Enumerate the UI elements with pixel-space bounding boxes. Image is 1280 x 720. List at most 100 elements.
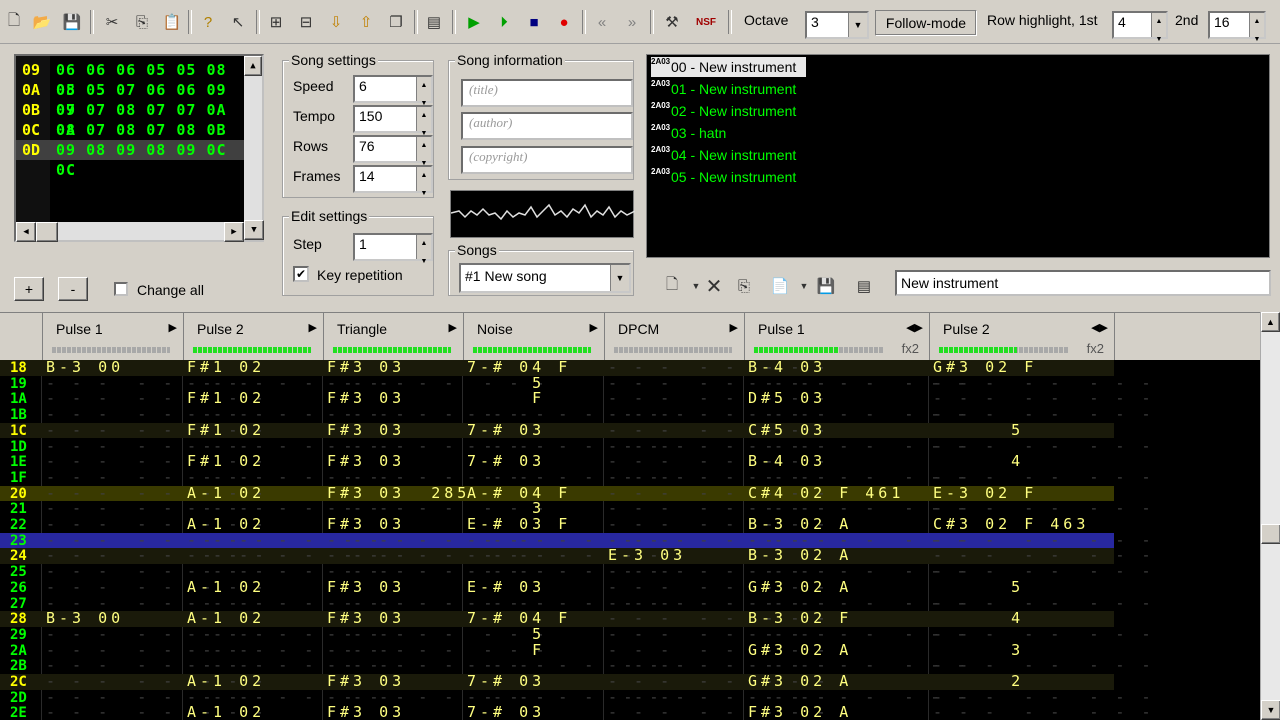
channel-expand-icon[interactable]: ◀▶ (1091, 321, 1108, 334)
pattern-editor[interactable]: 18 B-3 00 F#1 02 F#3 03 7-# 04 F- - - - - - … (0, 360, 1260, 720)
song-author-field[interactable]: (author) (461, 112, 633, 140)
scroll-up-icon[interactable]: ▲ (244, 56, 262, 76)
spin-arrows-icon[interactable]: ▲ ▼ (1249, 13, 1264, 43)
pattern-cell[interactable]: 7-# 03 (467, 701, 545, 720)
record-icon[interactable]: ● (552, 10, 576, 34)
help-icon[interactable]: ? (196, 10, 220, 34)
step-spinner[interactable]: 1 ▲ ▼ (353, 233, 433, 265)
scroll-left-icon[interactable]: ◀ (16, 222, 36, 242)
frame-list[interactable]: 09 06 06 06 05 05 08 08 0A 05 05 07 06 0… (14, 54, 264, 242)
scroll-thumb[interactable] (36, 222, 58, 242)
channel-header[interactable]: Pulse 1 ◀▶ fx2 (744, 313, 930, 361)
edit-instrument-icon[interactable]: ▤ (852, 274, 876, 298)
frame-list-hscrollbar[interactable]: ◀ ▶ (16, 222, 244, 242)
context-help-icon[interactable]: ↖ (226, 10, 250, 34)
pattern-cell[interactable]: F#3 02 A (748, 701, 852, 720)
previous-song-icon[interactable]: « (590, 10, 614, 34)
pattern-cell[interactable]: A-1 02 (187, 701, 265, 720)
play-loop-icon[interactable]: ⏵ (492, 10, 516, 34)
key-repetition-checkbox[interactable]: ✔ (293, 266, 309, 282)
channel-header[interactable]: Noise ▶ (463, 313, 605, 361)
speed-spinner[interactable]: 6 ▲ ▼ (353, 75, 433, 107)
frame-row-selected[interactable]: 0D 09 08 09 08 09 0C 0C (16, 140, 246, 179)
add-frame-button[interactable]: + (14, 277, 44, 301)
song-copyright-field[interactable]: (copyright) (461, 146, 633, 174)
octave-select[interactable]: 3 ▼ (805, 11, 869, 39)
channel-expand-icon[interactable]: ◀▶ (906, 321, 923, 334)
channel-header[interactable]: Pulse 2 ◀▶ fx2 (929, 313, 1115, 361)
spin-arrows-icon[interactable]: ▲ ▼ (416, 107, 431, 137)
song-title-field[interactable]: (title) (461, 79, 633, 107)
insert-frame-icon[interactable]: ⊞ (264, 10, 288, 34)
scroll-down-icon[interactable]: ▼ (244, 220, 264, 240)
instrument-item[interactable]: 2A03 03 - hatn (651, 123, 726, 143)
change-all-checkbox[interactable] (114, 282, 128, 296)
move-down-icon[interactable]: ⇩ (324, 10, 348, 34)
pattern-cell[interactable]: F#3 03 (327, 701, 405, 720)
song-select[interactable]: #1 New song ▼ (459, 263, 631, 293)
settings-icon[interactable]: ⚒ (660, 10, 684, 34)
frame-row[interactable]: 09 06 06 06 05 05 08 08 (16, 60, 246, 99)
new-instrument-icon[interactable]: 🗋 (660, 274, 684, 298)
open-file-icon[interactable]: 📂 (30, 10, 54, 34)
next-song-icon[interactable]: » (620, 10, 644, 34)
spin-arrows-icon[interactable]: ▲ ▼ (416, 137, 431, 167)
scroll-down-icon[interactable]: ▼ (1261, 700, 1280, 720)
channel-expand-icon[interactable]: ▶ (730, 321, 738, 334)
pattern-row[interactable]: 2E - - - - - - - - A-1 02 F#3 03 7-# 03- - -… (0, 703, 1151, 720)
follow-mode-toggle[interactable]: Follow-mode (875, 10, 977, 36)
frames-spinner[interactable]: 14 ▲ ▼ (353, 165, 433, 197)
channel-expand-icon[interactable]: ▶ (590, 321, 598, 334)
scroll-up-icon[interactable]: ▲ (1261, 312, 1280, 332)
remove-frame-button[interactable]: - (58, 277, 88, 301)
instrument-item[interactable]: 2A03 02 - New instrument (651, 101, 796, 121)
remove-instrument-icon[interactable]: ✕ (702, 274, 726, 298)
load-instrument-icon[interactable]: 📄 (768, 274, 792, 298)
scroll-right-icon[interactable]: ▶ (224, 222, 244, 242)
channel-expand-icon[interactable]: ▶ (169, 321, 177, 334)
frame-row[interactable]: 0C 08 07 08 07 08 0B 0B (16, 120, 246, 159)
channel-header[interactable]: Pulse 1 ▶ (42, 313, 184, 361)
spin-arrows-icon[interactable]: ▲ ▼ (416, 167, 431, 197)
clone-instrument-icon[interactable]: ⎘ (732, 274, 756, 298)
scroll-thumb[interactable] (1261, 524, 1280, 544)
frame-row[interactable]: 0B 07 07 08 07 07 0A 0A (16, 100, 246, 139)
channel-header[interactable]: Pulse 2 ▶ (183, 313, 324, 361)
spin-arrows-icon[interactable]: ▲ ▼ (416, 235, 431, 265)
rows-spinner[interactable]: 76 ▲ ▼ (353, 135, 433, 167)
copy-icon[interactable]: ⎘ (130, 10, 154, 34)
move-up-icon[interactable]: ⇧ (354, 10, 378, 34)
row-highlight-1st-spinner[interactable]: 4 ▲ ▼ (1112, 11, 1168, 43)
remove-frame-icon[interactable]: ⊟ (294, 10, 318, 34)
chevron-down-icon[interactable]: ▼ (792, 274, 816, 298)
channel-expand-icon[interactable]: ▶ (449, 321, 457, 334)
instrument-item[interactable]: 2A03 00 - New instrument (651, 57, 807, 77)
new-file-icon[interactable]: 🗋 (2, 10, 26, 34)
save-instrument-icon[interactable]: 💾 (814, 274, 838, 298)
chevron-down-icon[interactable]: ▼ (848, 13, 867, 37)
instrument-name-field[interactable]: New instrument (895, 270, 1271, 296)
play-icon[interactable]: ▶ (462, 10, 486, 34)
instrument-item[interactable]: 2A03 01 - New instrument (651, 79, 796, 99)
channel-header[interactable]: Triangle ▶ (323, 313, 464, 361)
channel-expand-icon[interactable]: ▶ (309, 321, 317, 334)
instrument-list[interactable]: 2A03 00 - New instrument 2A03 01 - New ins… (646, 54, 1270, 258)
instrument-item[interactable]: 2A03 04 - New instrument (651, 145, 796, 165)
instrument-item[interactable]: 2A03 05 - New instrument (651, 167, 796, 187)
module-properties-icon[interactable]: ▤ (422, 10, 446, 34)
spin-arrows-icon[interactable]: ▲ ▼ (1151, 13, 1166, 43)
paste-icon[interactable]: 📋 (160, 10, 184, 34)
frame-row[interactable]: 0A 05 05 07 06 06 09 09 (16, 80, 246, 119)
row-highlight-2nd-spinner[interactable]: 16 ▲ ▼ (1208, 11, 1266, 43)
nsf-export-icon[interactable]: NSF (694, 10, 718, 34)
pattern-vscrollbar[interactable]: ▲ ▼ (1260, 312, 1280, 720)
save-icon[interactable]: 💾 (60, 10, 84, 34)
stop-icon[interactable]: ■ (522, 10, 546, 34)
duplicate-frame-icon[interactable]: ❐ (384, 10, 408, 34)
chevron-down-icon[interactable]: ▼ (610, 265, 629, 291)
cut-icon[interactable]: ✂ (100, 10, 124, 34)
tempo-spinner[interactable]: 150 ▲ ▼ (353, 105, 433, 137)
channel-header[interactable]: DPCM ▶ (604, 313, 745, 361)
spin-arrows-icon[interactable]: ▲ ▼ (416, 77, 431, 107)
frame-list-vscrollbar[interactable]: ▲ ▼ (244, 56, 264, 240)
